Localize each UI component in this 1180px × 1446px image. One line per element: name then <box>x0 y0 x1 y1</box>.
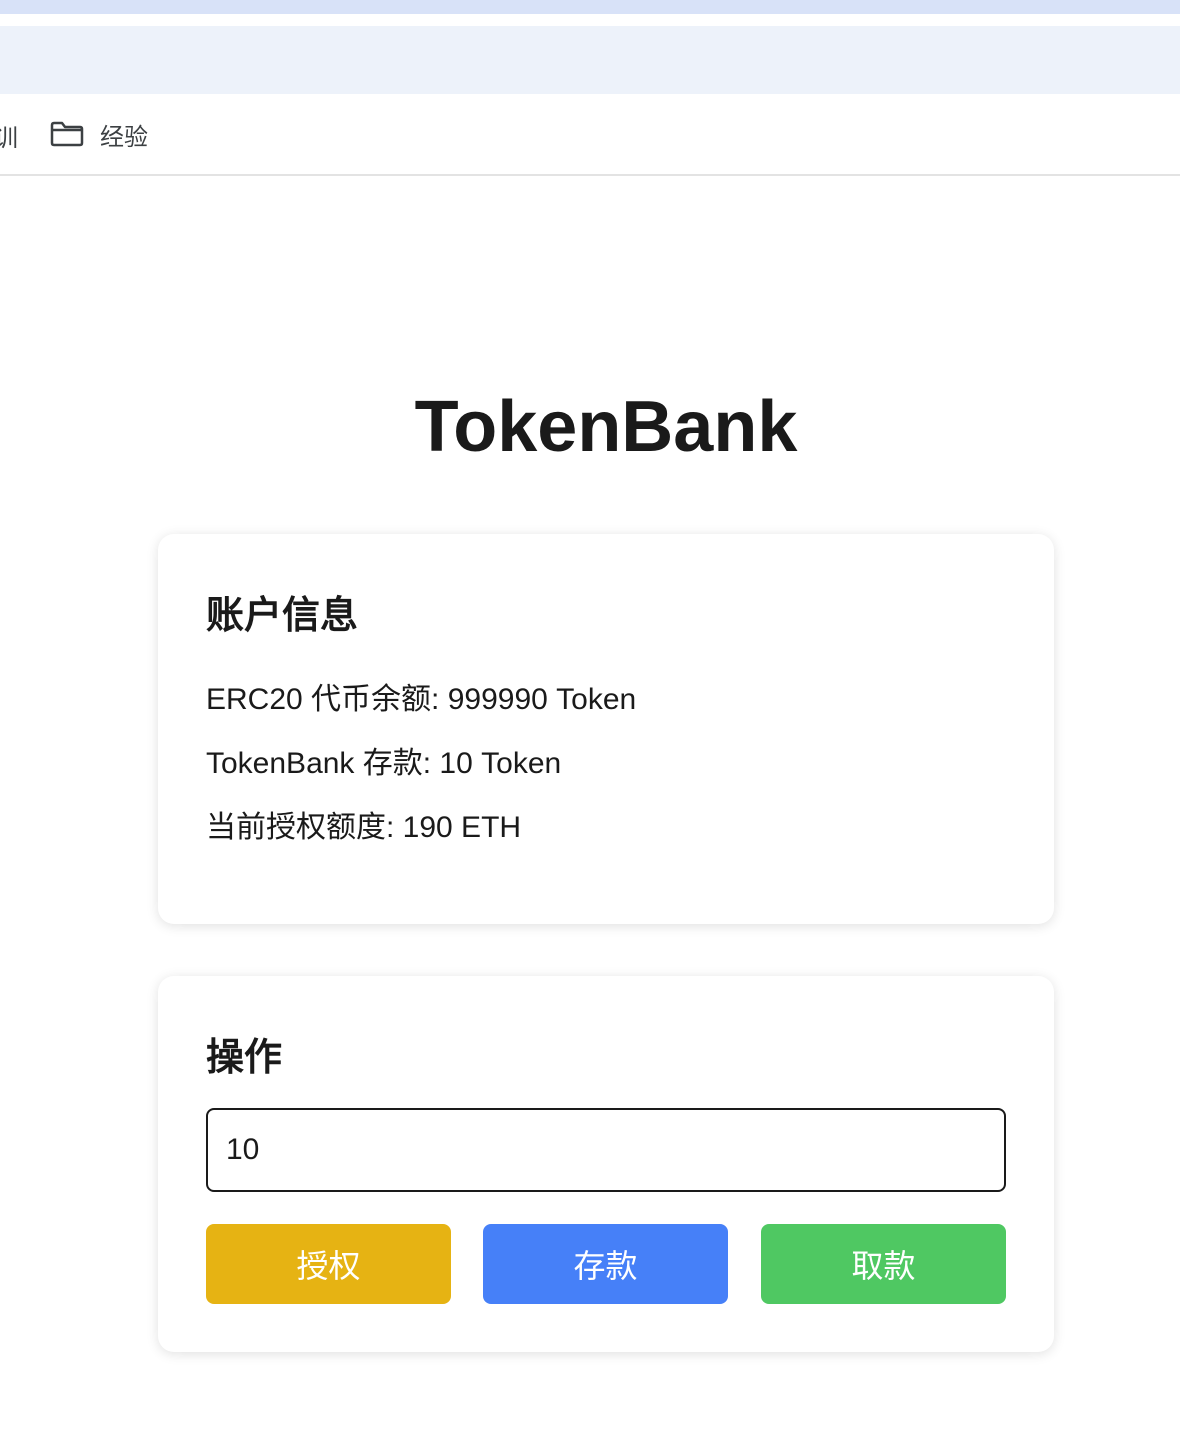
withdraw-button[interactable]: 取款 <box>761 1224 1006 1304</box>
bookmarks-bar <box>0 94 1180 176</box>
deposit-button[interactable]: 存款 <box>483 1224 728 1304</box>
account-info-card: 账户信息 ERC20 代币余额: 999990 Token TokenBank … <box>158 534 1054 924</box>
bank-deposit-text: TokenBank 存款: 10 Token <box>206 747 562 780</box>
erc20-balance-text: ERC20 代币余额: 999990 Token <box>206 683 637 716</box>
allowance-text: 当前授权额度: 190 ETH <box>206 811 522 844</box>
actions-heading: 操作 <box>206 1037 283 1079</box>
actions-card: 操作 授权 存款 取款 <box>158 976 1054 1352</box>
bookmark-folder[interactable]: 经验 <box>50 114 148 154</box>
page-title: TokenBank <box>414 387 798 467</box>
browser-toolbar <box>0 26 1180 94</box>
browser-tab-strip <box>0 0 1180 14</box>
approve-button[interactable]: 授权 <box>206 1224 451 1304</box>
bookmark-item-partial[interactable]: 训 <box>0 118 18 153</box>
amount-input[interactable] <box>206 1108 1006 1192</box>
folder-icon <box>50 121 84 147</box>
account-info-heading: 账户信息 <box>206 595 359 637</box>
bookmark-folder-label: 经验 <box>100 123 148 151</box>
